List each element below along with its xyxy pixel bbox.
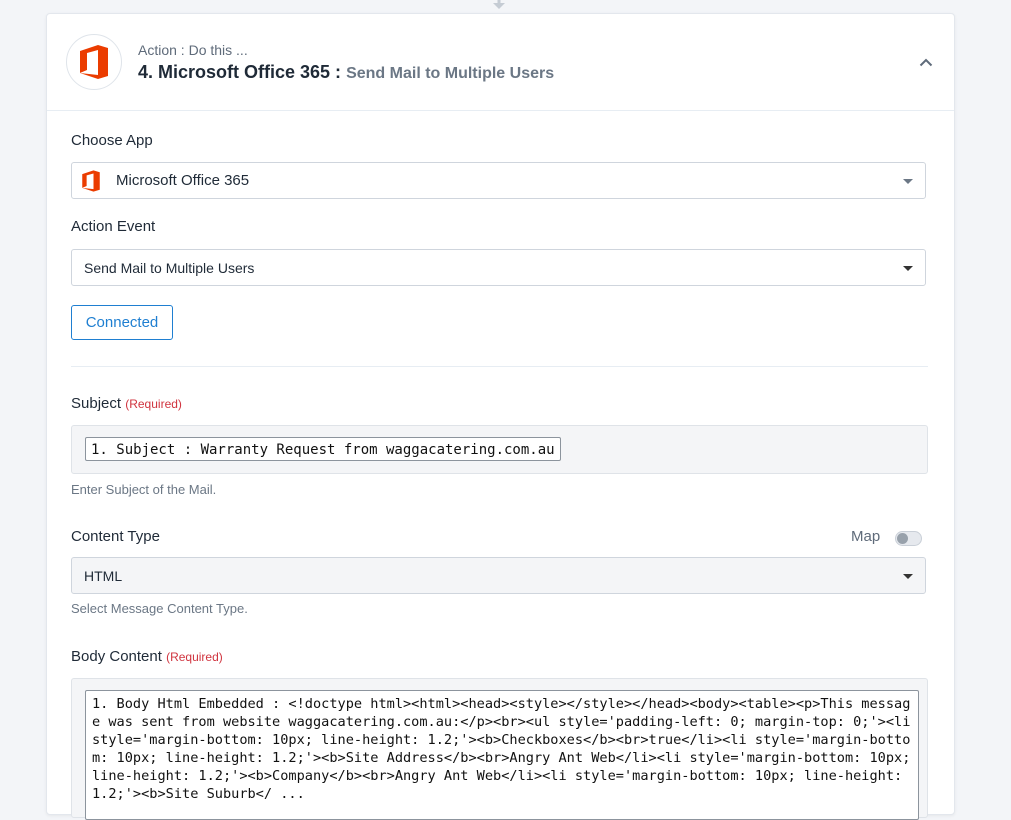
connector-arrow-icon (493, 0, 505, 9)
body-content-label: Body Content (Required) (71, 648, 223, 665)
section-divider (71, 366, 928, 367)
connected-button[interactable]: Connected (71, 305, 173, 340)
subject-field[interactable]: 1. Subject : Warranty Request from wagga… (71, 425, 928, 474)
step-header[interactable]: Action : Do this ... 4. Microsoft Office… (47, 14, 954, 111)
action-event-label: Action Event (71, 218, 156, 235)
action-title: 4. Microsoft Office 365 : Send Mail to M… (138, 62, 554, 83)
body-content-editor[interactable]: 1. Body Html Embedded : <!doctype html><… (85, 690, 919, 820)
subject-token[interactable]: 1. Subject : Warranty Request from wagga… (85, 437, 561, 461)
body-content-label-text: Body Content (71, 648, 162, 665)
map-toggle-knob (897, 533, 908, 544)
choose-app-value: Microsoft Office 365 (116, 172, 250, 189)
required-marker: (Required) (125, 397, 182, 411)
map-label: Map (851, 528, 881, 545)
chevron-up-icon (919, 58, 933, 66)
action-kicker: Action : Do this ... (138, 42, 248, 58)
body-content-field[interactable]: 1. Body Html Embedded : <!doctype html><… (71, 678, 928, 820)
content-type-value: HTML (84, 567, 123, 584)
office365-icon (80, 45, 108, 79)
action-title-main: 4. Microsoft Office 365 : (138, 62, 342, 82)
action-event-select[interactable]: Send Mail to Multiple Users (71, 249, 926, 286)
content-type-label: Content Type (71, 528, 160, 545)
collapse-button[interactable] (916, 52, 936, 72)
caret-down-icon (903, 573, 913, 579)
choose-app-label: Choose App (71, 132, 153, 149)
content-type-help: Select Message Content Type. (71, 601, 248, 616)
caret-down-icon (903, 178, 913, 184)
map-toggle[interactable] (895, 531, 922, 546)
subject-help: Enter Subject of the Mail. (71, 482, 217, 497)
action-event-value: Send Mail to Multiple Users (84, 259, 255, 276)
content-type-select[interactable]: HTML (71, 557, 926, 594)
action-title-event: Send Mail to Multiple Users (346, 65, 555, 82)
choose-app-select[interactable]: Microsoft Office 365 (71, 162, 926, 199)
subject-label-text: Subject (71, 395, 122, 412)
office365-logo (66, 34, 122, 90)
subject-label: Subject (Required) (71, 395, 182, 412)
required-marker: (Required) (166, 650, 223, 664)
office365-icon (82, 169, 100, 192)
caret-down-icon (903, 265, 913, 271)
